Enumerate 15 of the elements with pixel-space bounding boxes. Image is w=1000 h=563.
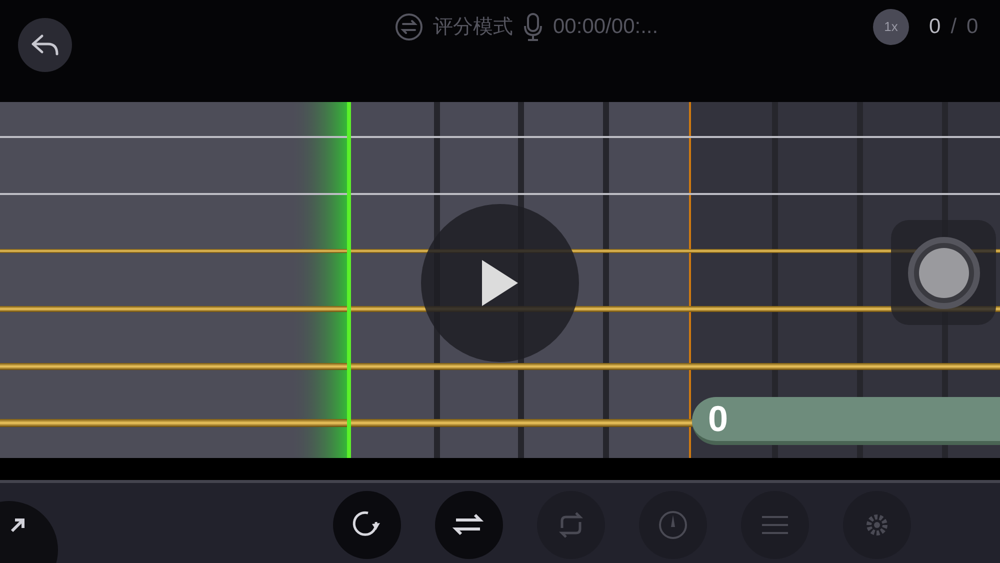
time-label: 00:00/00:... xyxy=(553,14,658,40)
play-icon xyxy=(480,258,520,308)
note-count: 0 xyxy=(708,397,728,441)
gauge-icon xyxy=(656,508,690,542)
switch-icon[interactable] xyxy=(395,13,423,41)
back-arrow-icon xyxy=(30,33,60,57)
microphone-icon xyxy=(523,12,543,42)
mode-label[interactable]: 评分模式 xyxy=(433,12,513,42)
back-button[interactable] xyxy=(18,18,72,72)
score-separator: / xyxy=(950,14,957,40)
total-value: 0 xyxy=(966,14,978,40)
speed-button[interactable]: 1x xyxy=(873,9,909,45)
score-value: 0 xyxy=(929,14,941,40)
joystick-panel[interactable] xyxy=(891,220,996,325)
arrow-icon xyxy=(10,517,26,533)
